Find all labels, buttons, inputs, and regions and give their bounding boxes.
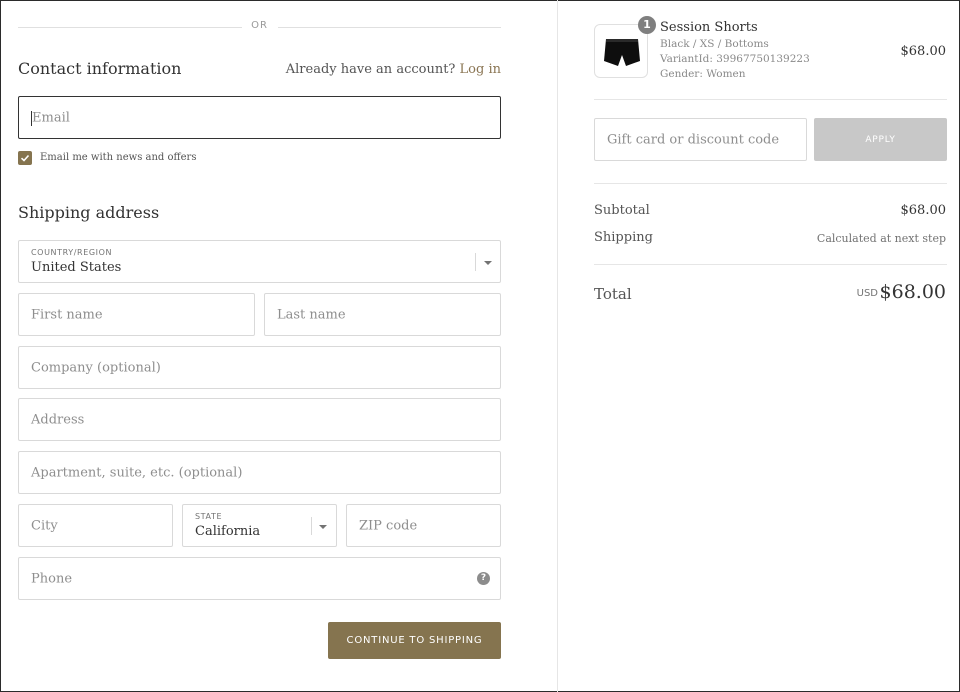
email-field[interactable]: Email (18, 96, 501, 139)
contact-title: Contact information (18, 59, 182, 78)
last-name-placeholder: Last name (277, 307, 346, 322)
first-name-input[interactable]: First name (18, 293, 255, 336)
discount-code-placeholder: Gift card or discount code (607, 132, 780, 147)
company-placeholder: Company (optional) (31, 360, 161, 375)
address-placeholder: Address (31, 412, 85, 427)
email-placeholder: Email (32, 110, 70, 125)
login-link[interactable]: Log in (460, 62, 501, 77)
state-label: STATE (195, 512, 223, 521)
divider (594, 183, 947, 184)
apartment-input[interactable]: Apartment, suite, etc. (optional) (18, 451, 501, 494)
product-price: $68.00 (900, 44, 947, 59)
shipping-value: Calculated at next step (816, 232, 946, 245)
country-label: COUNTRY/REGION (31, 248, 113, 257)
state-select[interactable]: STATE California (182, 504, 337, 547)
zip-input[interactable]: ZIP code (346, 504, 501, 547)
help-icon[interactable]: ? (477, 572, 490, 585)
newsletter-checkbox[interactable] (18, 151, 32, 165)
phone-input[interactable]: Phone ? (18, 557, 501, 600)
address-input[interactable]: Address (18, 398, 501, 441)
last-name-input[interactable]: Last name (264, 293, 501, 336)
phone-placeholder: Phone (31, 571, 73, 586)
product-variant: Black / XS / Bottoms (660, 38, 769, 50)
quantity-badge: 1 (638, 16, 656, 34)
account-prompt-text: Already have an account? (285, 62, 456, 77)
chevron-down-icon (484, 261, 492, 265)
apartment-placeholder: Apartment, suite, etc. (optional) (31, 465, 243, 480)
subtotal-label: Subtotal (594, 203, 650, 218)
newsletter-label: Email me with news and offers (40, 152, 197, 163)
or-label: OR (251, 20, 268, 31)
check-icon (20, 154, 30, 162)
discount-code-input[interactable]: Gift card or discount code (594, 118, 807, 161)
first-name-placeholder: First name (31, 307, 103, 322)
product-thumbnail (594, 24, 648, 78)
total-value: $68.00 (879, 281, 946, 303)
select-divider (475, 253, 476, 271)
country-select[interactable]: COUNTRY/REGION United States (18, 240, 501, 283)
or-divider: OR (18, 18, 501, 36)
shorts-image (604, 39, 640, 66)
product-variant-id: VariantId: 39967750139223 (660, 53, 810, 65)
total-currency: USD (856, 288, 878, 299)
apply-button[interactable]: APPLY (814, 118, 947, 161)
divider (594, 264, 947, 265)
order-summary: 1 Session Shorts Black / XS / Bottoms Va… (557, 0, 960, 692)
product-name: Session Shorts (660, 20, 758, 35)
zip-placeholder: ZIP code (359, 518, 418, 533)
continue-to-shipping-button[interactable]: CONTINUE TO SHIPPING (328, 622, 501, 659)
city-input[interactable]: City (18, 504, 173, 547)
divider (594, 99, 947, 100)
subtotal-value: $68.00 (900, 203, 947, 218)
checkout-form: OR Contact information Already have an a… (0, 0, 557, 692)
chevron-down-icon (319, 525, 327, 529)
select-divider (311, 517, 312, 535)
state-value: California (195, 524, 261, 539)
shipping-title: Shipping address (18, 203, 160, 222)
shipping-label: Shipping (594, 230, 653, 245)
country-value: United States (31, 260, 122, 275)
company-input[interactable]: Company (optional) (18, 346, 501, 389)
account-prompt: Already have an account? Log in (286, 62, 501, 77)
total-label: Total (594, 285, 632, 303)
city-placeholder: City (31, 518, 58, 533)
product-gender: Gender: Women (660, 68, 746, 80)
